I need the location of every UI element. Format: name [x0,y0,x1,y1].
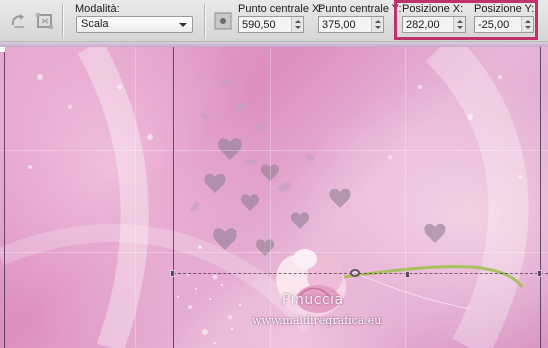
layer-bounds-left [4,47,5,348]
center-x-value: 590,50 [242,19,276,31]
background-artwork [0,47,529,348]
deform-handle[interactable] [170,270,175,277]
canvas-grid-line [0,252,548,253]
tool-options-toolbar: Modalità: Scala Punto centrale X: 590,50… [0,0,548,42]
image-canvas[interactable]: Pinuccia www.maidiregrafica.eu [0,47,548,348]
toolbar-separator [62,4,64,38]
center-x-field[interactable]: 590,50 [238,16,304,33]
rotation-handle[interactable] [350,269,360,277]
toolbar-separator [204,4,206,38]
center-x-label: Punto centrale X: [238,3,323,15]
canvas-grid-line [135,47,136,348]
deform-handle[interactable] [537,270,542,277]
center-x-spinner[interactable] [291,17,303,32]
layer-bounds-right [540,47,541,348]
canvas-corner-marker [0,47,5,52]
deform-guide-horizontal [173,273,548,274]
center-point-icon [212,10,234,32]
mode-select[interactable]: Scala [76,16,193,33]
deform-guide-vertical [173,47,174,348]
center-y-value: 375,00 [322,19,356,31]
center-y-label: Punto centrale Y: [318,3,402,15]
watermark-url: www.maidiregrafica.eu [252,314,382,327]
mode-select-value: Scala [81,18,109,30]
position-highlight-box [394,0,538,40]
reset-icon[interactable] [8,10,30,32]
center-y-spinner[interactable] [371,17,383,32]
mode-label: Modalità: [75,3,120,15]
watermark-author: Pinuccia [282,292,344,308]
canvas-grid-line [270,47,271,348]
canvas-grid-line [0,150,548,151]
deform-settings-icon[interactable] [34,10,56,32]
deform-handle[interactable] [405,271,410,278]
canvas-grid-line [405,47,406,348]
center-y-field[interactable]: 375,00 [318,16,384,33]
chevron-down-icon [179,23,187,27]
